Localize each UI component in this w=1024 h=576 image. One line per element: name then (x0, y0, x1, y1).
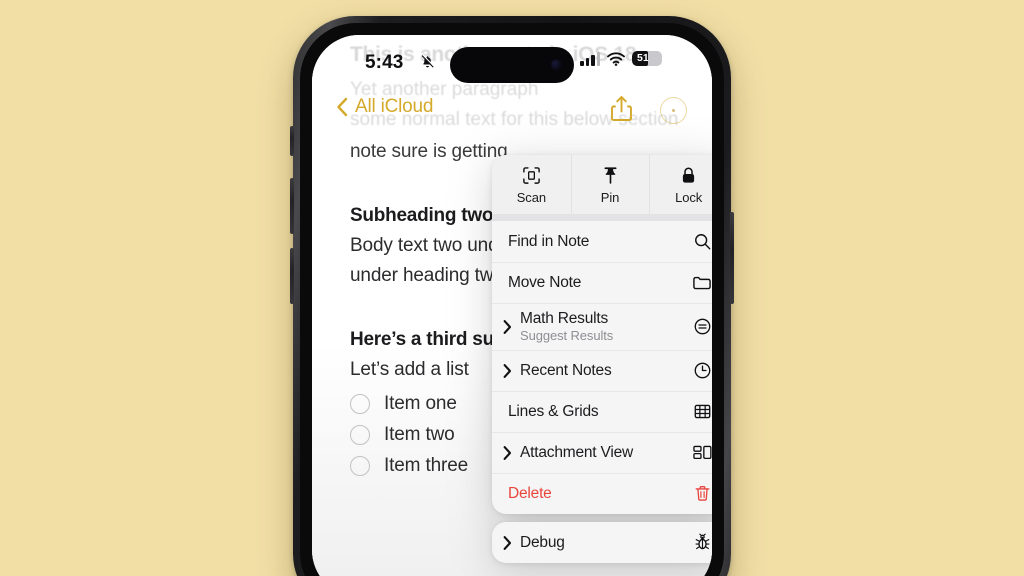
lock-action-label: Lock (675, 190, 703, 205)
scan-document-icon (522, 166, 541, 185)
silent-switch-button[interactable] (290, 126, 294, 156)
trash-icon (691, 484, 712, 503)
checklist-item-label: Item two (384, 424, 455, 445)
folder-icon (691, 273, 712, 292)
menu-item-math-results[interactable]: Math Results Suggest Results (492, 303, 712, 350)
volume-down-button[interactable] (290, 248, 294, 304)
menu-item-find-in-note[interactable]: Find in Note (492, 221, 712, 262)
chevron-right-icon (503, 363, 512, 378)
attachment-view-icon (691, 443, 712, 462)
scan-action-label: Scan (516, 190, 546, 205)
menu-item-label: Recent Notes (520, 361, 612, 379)
quick-actions-row: Scan Pin Lock (492, 155, 712, 214)
menu-item-label: Find in Note (508, 232, 590, 250)
pin-icon (601, 166, 620, 185)
menu-item-lines-and-grids[interactable]: Lines & Grids (492, 391, 712, 432)
menu-item-sublabel: Suggest Results (520, 328, 614, 343)
menu-item-recent-notes[interactable]: Recent Notes (492, 350, 712, 391)
power-button[interactable] (730, 212, 734, 304)
share-icon (609, 94, 634, 123)
menu-item-label: Delete (508, 484, 552, 502)
checkbox-icon[interactable] (350, 394, 370, 414)
context-menu-primary-group: Scan Pin Lock Find in Note Move Note Mat… (492, 155, 712, 514)
dynamic-island[interactable] (450, 47, 574, 83)
checklist-item-label: Item three (384, 455, 469, 476)
battery-level-label: 51 (637, 52, 649, 64)
menu-item-label: Debug (520, 533, 565, 551)
notes-app-canvas: This is another note in iOS 18 Yet anoth… (312, 35, 712, 576)
lock-action-button[interactable]: Lock (649, 155, 712, 214)
chevron-right-icon (503, 445, 512, 460)
menu-divider (492, 214, 712, 221)
menu-item-label: Attachment View (520, 443, 634, 461)
menu-item-label: Lines & Grids (508, 402, 599, 420)
navigation-bar: All iCloud (312, 91, 712, 133)
grid-icon (691, 402, 712, 421)
phone-screen: This is another note in iOS 18 Yet anoth… (312, 35, 712, 576)
back-button-label: All iCloud (355, 96, 434, 117)
volume-up-button[interactable] (290, 178, 294, 234)
share-button[interactable] (609, 94, 634, 123)
menu-item-label: Math Results (520, 310, 609, 327)
more-options-button[interactable] (660, 97, 687, 124)
phone-device: This is another note in iOS 18 Yet anoth… (290, 16, 734, 576)
ellipsis-circle-icon (671, 108, 676, 113)
clock-icon (691, 361, 712, 380)
equals-circle-icon (691, 317, 712, 336)
checkbox-icon[interactable] (350, 425, 370, 445)
phone-bezel: This is another note in iOS 18 Yet anoth… (300, 23, 724, 576)
status-bar: 5:43 51 (312, 35, 712, 91)
bug-icon (691, 533, 712, 552)
wifi-icon (607, 51, 625, 66)
checklist-item-label: Item one (384, 393, 457, 414)
pin-action-label: Pin (600, 190, 620, 205)
context-menu-secondary-group: Debug (492, 522, 712, 563)
chevron-right-icon (503, 319, 512, 334)
back-button[interactable]: All iCloud (336, 96, 433, 118)
status-bar-time: 5:43 (365, 52, 404, 73)
checkbox-icon[interactable] (350, 456, 370, 476)
menu-item-attachment-view[interactable]: Attachment View (492, 432, 712, 473)
menu-item-move-note[interactable]: Move Note (492, 262, 712, 303)
chevron-left-icon (336, 97, 348, 117)
note-partial-text: note sure is getting (350, 141, 508, 162)
cellular-signal-icon (580, 51, 600, 66)
menu-item-label: Move Note (508, 273, 582, 291)
front-camera-icon (551, 59, 562, 71)
status-bar-indicators: 51 (580, 51, 662, 66)
context-menu[interactable]: Scan Pin Lock Find in Note Move Note Mat… (492, 155, 712, 563)
magnifier-icon (691, 232, 712, 251)
pin-action-button[interactable]: Pin (571, 155, 650, 214)
lock-icon (679, 166, 698, 185)
menu-item-delete[interactable]: Delete (492, 473, 712, 514)
chevron-right-icon (503, 535, 512, 550)
scan-action-button[interactable]: Scan (492, 155, 571, 214)
battery-icon: 51 (632, 51, 662, 66)
bell-slash-icon (420, 54, 435, 69)
menu-item-debug[interactable]: Debug (492, 522, 712, 563)
